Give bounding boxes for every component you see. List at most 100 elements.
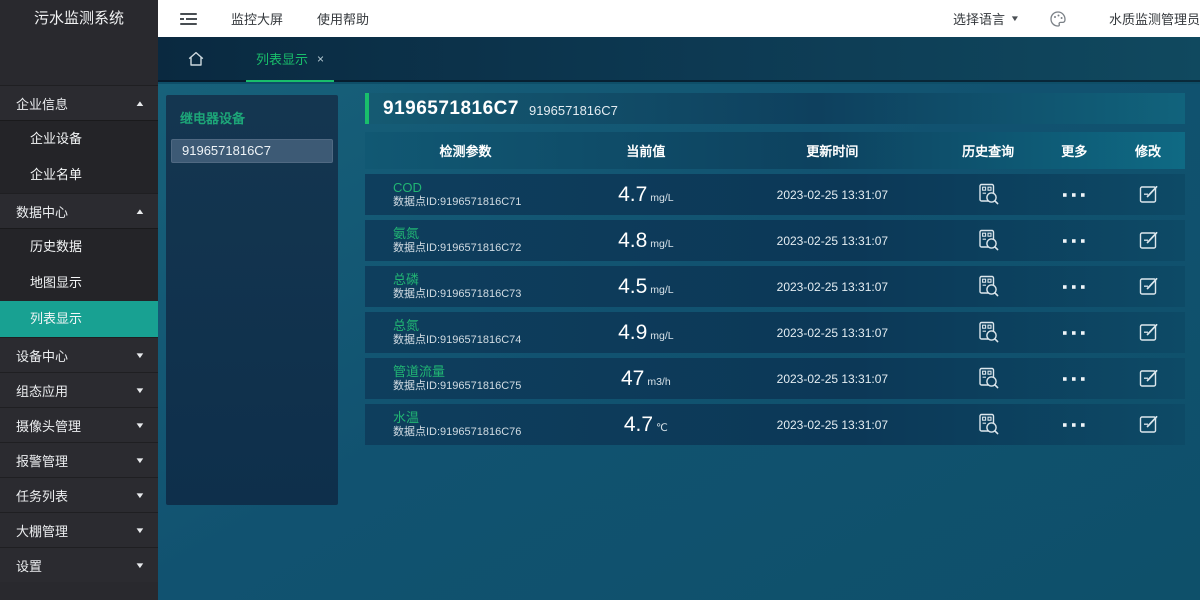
more-actions-icon[interactable] (1062, 237, 1086, 245)
value-unit: m3/h (647, 376, 670, 388)
more-actions-icon[interactable] (1062, 421, 1086, 429)
chevron-down-icon: ▼ (134, 386, 145, 395)
sidebar-group-label: 组态应用 (16, 381, 68, 400)
col-header-value: 当前值 (566, 141, 726, 160)
device-panel-title: 继电器设备 (166, 95, 338, 127)
history-query-icon[interactable] (975, 181, 1002, 208)
chevron-down-icon: ▼ (134, 351, 145, 360)
app-title: 污水监测系统 (0, 0, 158, 37)
history-query-icon[interactable] (975, 365, 1002, 392)
collapse-square (180, 18, 184, 20)
language-selector[interactable]: 选择语言 ▼ (953, 9, 1019, 28)
table-row: 水温 数据点ID:9196571816C76 4.7℃ 2023-02-25 1… (365, 404, 1185, 445)
param-name: 总磷 (393, 272, 566, 288)
sidebar-menu: 企业信息▲企业设备企业名单数据中心▲历史数据地图显示列表显示设备中心▼组态应用▼… (0, 85, 158, 582)
sidebar-group[interactable]: 组态应用 ▼ (0, 372, 158, 407)
collapse-mid (180, 18, 197, 20)
nav-item-monitor-screen[interactable]: 监控大屏 (231, 9, 283, 28)
current-value: 4.7 (624, 413, 653, 436)
sidebar-submenu: 历史数据地图显示列表显示 (0, 228, 158, 337)
device-list-panel: 继电器设备 9196571816C7 (166, 95, 338, 505)
value-cell: 4.7℃ (566, 413, 726, 437)
sidebar-item[interactable]: 历史数据 (0, 229, 158, 265)
table-row: 管道流量 数据点ID:9196571816C75 47m3/h 2023-02-… (365, 358, 1185, 399)
user-account[interactable]: 水质监测管理员 (1109, 9, 1200, 28)
home-icon[interactable] (186, 49, 206, 69)
history-query-icon[interactable] (975, 227, 1002, 254)
sidebar-group[interactable]: 企业信息▲ (0, 85, 158, 120)
update-time: 2023-02-25 13:31:07 (726, 326, 939, 340)
history-query-icon[interactable] (975, 273, 1002, 300)
collapse-line (186, 18, 197, 20)
edit-icon[interactable] (1136, 228, 1161, 253)
sidebar-group[interactable]: 数据中心▲ (0, 193, 158, 228)
col-header-more: 更多 (1037, 141, 1111, 160)
close-icon[interactable]: × (317, 52, 324, 66)
sidebar-group[interactable]: 设置▼ (0, 547, 158, 582)
sidebar-group[interactable]: 摄像头管理▼ (0, 407, 158, 442)
sidebar-item[interactable]: 企业名单 (0, 157, 158, 193)
table-row: COD 数据点ID:9196571816C71 4.7mg/L 2023-02-… (365, 174, 1185, 215)
param-name: 氨氮 (393, 226, 566, 242)
history-query-icon[interactable] (975, 411, 1002, 438)
value-unit: ℃ (656, 422, 668, 434)
nav-item-help[interactable]: 使用帮助 (317, 9, 369, 28)
param-name: 管道流量 (393, 364, 566, 380)
chevron-up-icon: ▲ (134, 99, 145, 108)
value-cell: 47m3/h (566, 367, 726, 391)
content-area: 继电器设备 9196571816C7 9196571816C7 91965718… (158, 84, 1200, 600)
update-time: 2023-02-25 13:31:07 (726, 418, 939, 432)
edit-icon[interactable] (1136, 366, 1161, 391)
param-name: 水温 (393, 410, 566, 426)
table-row: 总磷 数据点ID:9196571816C73 4.5mg/L 2023-02-2… (365, 266, 1185, 307)
device-list: 9196571816C7 (166, 139, 338, 163)
device-header-title: 9196571816C7 (383, 98, 519, 120)
col-header-edit: 修改 (1111, 141, 1185, 160)
edit-icon[interactable] (1136, 274, 1161, 299)
tab-list-display[interactable]: 列表显示 × (246, 37, 334, 80)
sidebar-item[interactable]: 列表显示 (0, 301, 158, 337)
sidebar-group-label: 数据中心 (16, 202, 68, 221)
language-label: 选择语言 (953, 9, 1005, 28)
sidebar-group-label: 任务列表 (16, 486, 68, 505)
data-point-id: 数据点ID:9196571816C76 (393, 426, 566, 439)
theme-palette-icon[interactable] (1049, 10, 1067, 28)
sidebar-item[interactable]: 地图显示 (0, 265, 158, 301)
sidebar-group-label: 设置 (16, 556, 42, 575)
param-cell: COD 数据点ID:9196571816C71 (365, 180, 566, 210)
sidebar-group[interactable]: 报警管理 ▼ (0, 442, 158, 477)
sidebar-group-label: 设备中心 (16, 346, 68, 365)
sidebar-item[interactable]: 企业设备 (0, 121, 158, 157)
sidebar-group[interactable]: 大棚管理▼ (0, 512, 158, 547)
top-navbar: 监控大屏 使用帮助 选择语言 ▼ 水质监测管理员 (158, 0, 1200, 37)
chevron-down-icon: ▼ (134, 456, 145, 465)
collapse-menu-icon[interactable] (180, 13, 197, 25)
edit-icon[interactable] (1136, 412, 1161, 437)
value-unit: mg/L (650, 284, 673, 296)
current-value: 4.5 (618, 275, 647, 298)
update-time: 2023-02-25 13:31:07 (726, 188, 939, 202)
data-point-id: 数据点ID:9196571816C75 (393, 380, 566, 393)
more-actions-icon[interactable] (1062, 191, 1086, 199)
sidebar: 污水监测系统 企业信息▲企业设备企业名单数据中心▲历史数据地图显示列表显示设备中… (0, 0, 158, 600)
sidebar-submenu: 企业设备企业名单 (0, 120, 158, 193)
edit-icon[interactable] (1136, 182, 1161, 207)
col-header-param: 检测参数 (365, 141, 566, 160)
sidebar-group[interactable]: 设备中心 ▼ (0, 337, 158, 372)
collapse-bar (180, 23, 197, 25)
update-time: 2023-02-25 13:31:07 (726, 234, 939, 248)
sidebar-group[interactable]: 任务列表▼ (0, 477, 158, 512)
device-list-item[interactable]: 9196571816C7 (171, 139, 333, 163)
current-value: 4.7 (618, 183, 647, 206)
more-actions-icon[interactable] (1062, 375, 1086, 383)
param-cell: 水温 数据点ID:9196571816C76 (365, 410, 566, 440)
device-header: 9196571816C7 9196571816C7 (365, 93, 1185, 124)
history-query-icon[interactable] (975, 319, 1002, 346)
sidebar-group-label: 报警管理 (16, 451, 68, 470)
tab-bar: 列表显示 × (158, 37, 1200, 82)
more-actions-icon[interactable] (1062, 329, 1086, 337)
update-time: 2023-02-25 13:31:07 (726, 280, 939, 294)
edit-icon[interactable] (1136, 320, 1161, 345)
param-cell: 总氮 数据点ID:9196571816C74 (365, 318, 566, 348)
more-actions-icon[interactable] (1062, 283, 1086, 291)
